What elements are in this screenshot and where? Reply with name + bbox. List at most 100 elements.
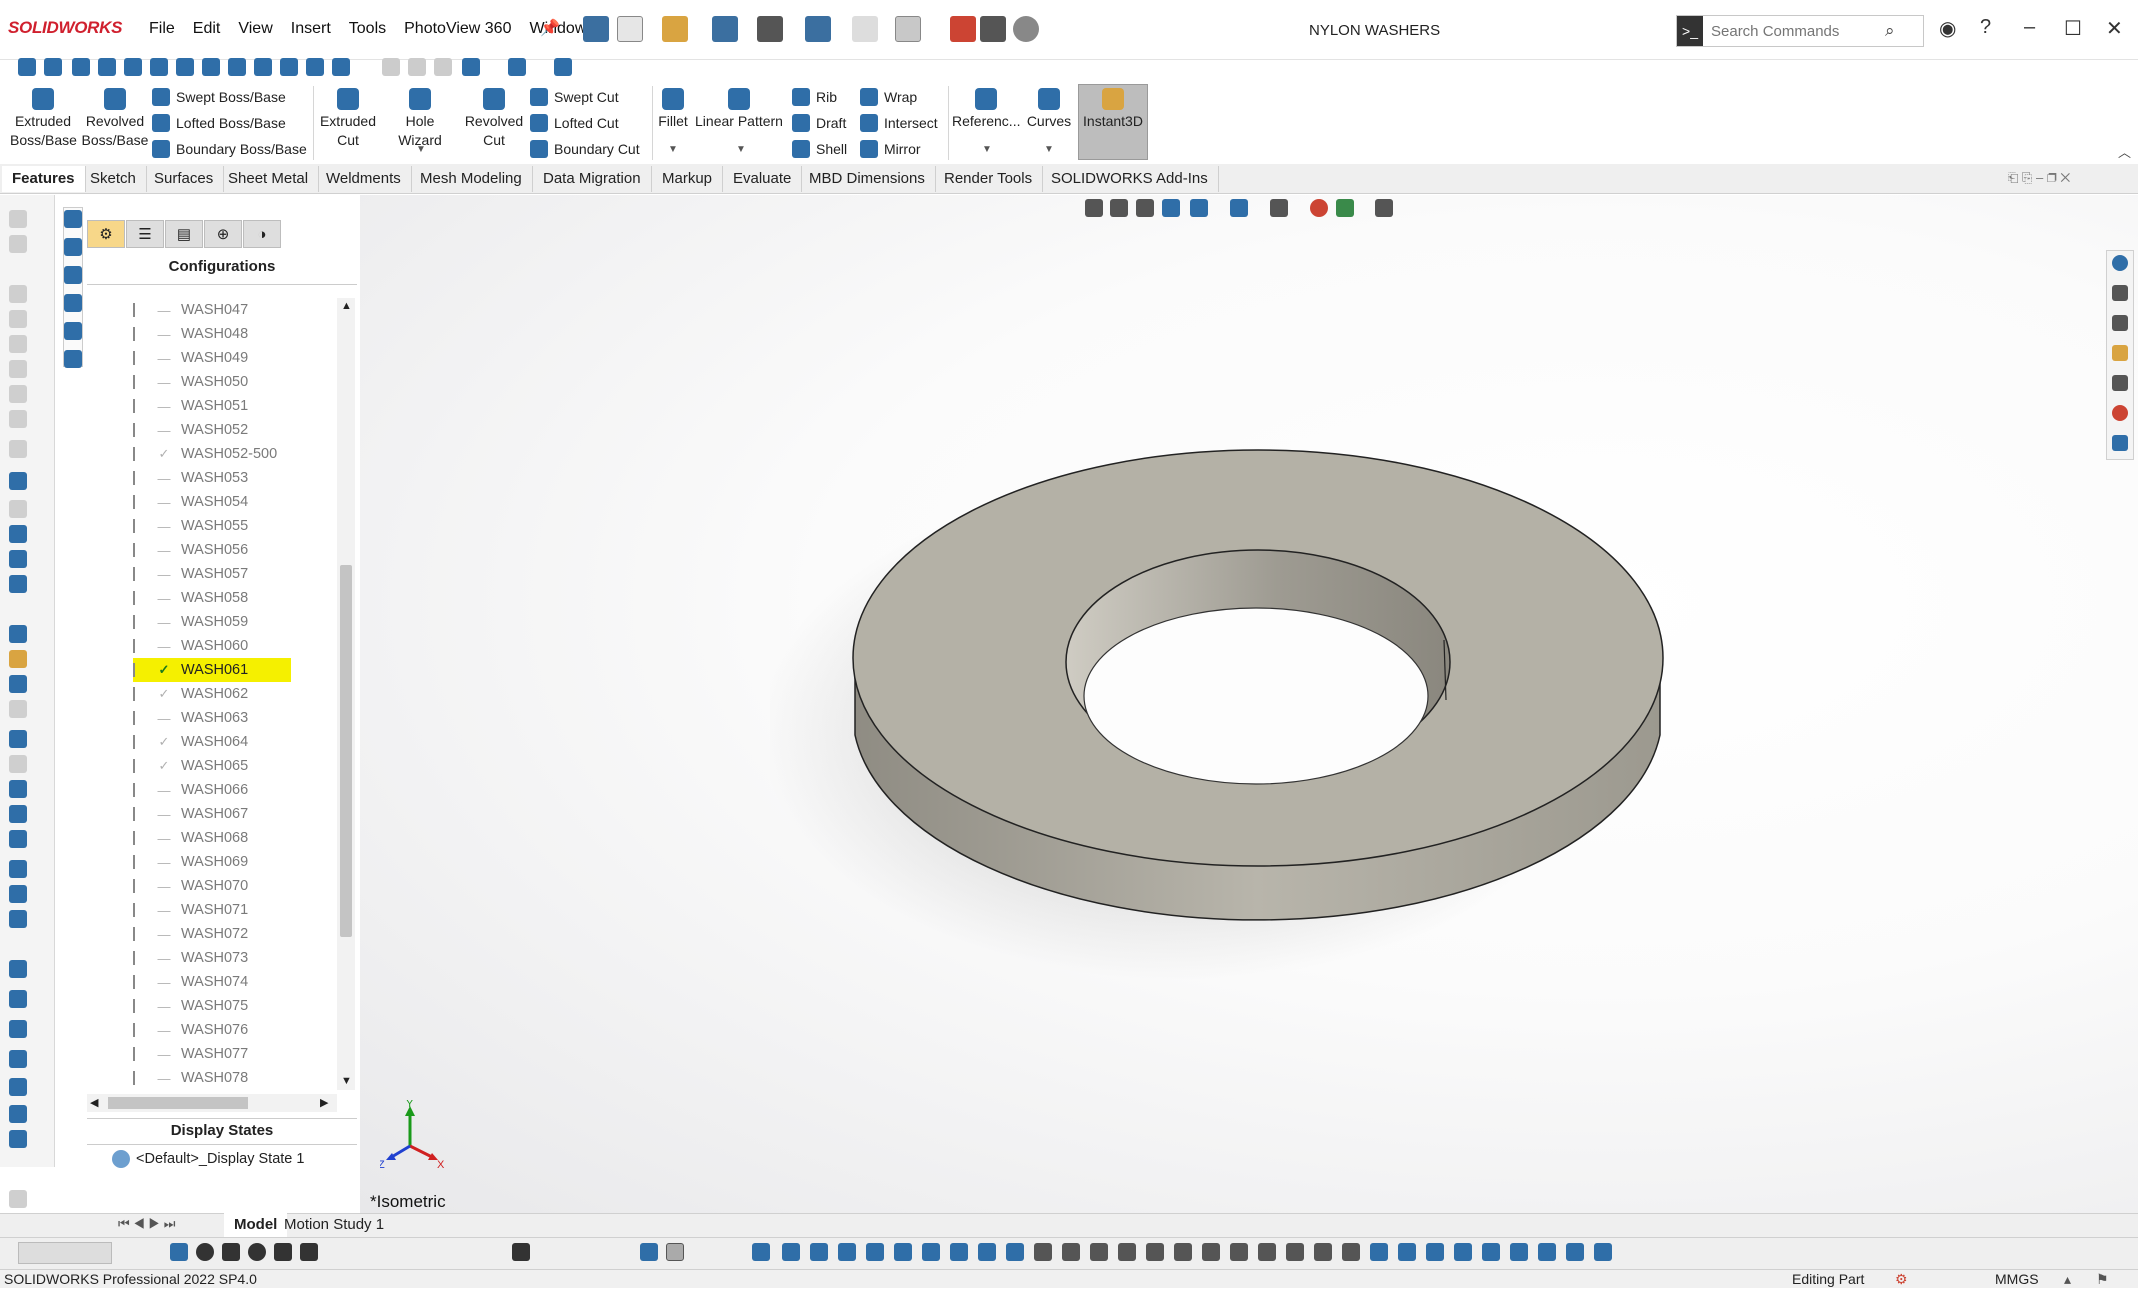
dimxpert-tab-icon[interactable]: ⊕ bbox=[204, 220, 242, 248]
undo-icon[interactable] bbox=[805, 16, 831, 42]
instant3d-button[interactable]: Instant3D bbox=[1080, 88, 1146, 131]
assembly-strip-icon-2[interactable] bbox=[9, 675, 27, 693]
rib-mini-icon[interactable] bbox=[228, 58, 246, 76]
assembly-strip-icon-8[interactable] bbox=[9, 830, 27, 848]
status-tools-icon[interactable]: ⚑ bbox=[2096, 1270, 2109, 1289]
extruded-cut-button[interactable]: Extruded Cut bbox=[316, 88, 380, 150]
assembly-strip-icon-10[interactable] bbox=[9, 885, 27, 903]
snap-icon-30[interactable] bbox=[1566, 1243, 1584, 1261]
file-explorer-icon[interactable] bbox=[2112, 345, 2128, 361]
wrap-button[interactable]: Wrap bbox=[860, 88, 917, 106]
snap-icon-28[interactable] bbox=[1510, 1243, 1528, 1261]
solidworks-resources-icon[interactable] bbox=[2112, 255, 2128, 271]
snap-icon-17[interactable] bbox=[1202, 1243, 1220, 1261]
snap-icon-18[interactable] bbox=[1230, 1243, 1248, 1261]
config-item[interactable]: — WASH048 bbox=[133, 322, 338, 346]
tab-sheet-metal[interactable]: Sheet Metal bbox=[218, 166, 320, 192]
lofted-cut-button[interactable]: Lofted Cut bbox=[530, 114, 619, 132]
assembly-strip-icon-15[interactable] bbox=[9, 1050, 27, 1068]
intersect-button[interactable]: Intersect bbox=[860, 114, 938, 132]
hole-wizard-button[interactable]: Hole Wizard bbox=[382, 88, 458, 150]
config-item[interactable]: — WASH050 bbox=[133, 370, 338, 394]
assembly-strip-icon-3[interactable] bbox=[9, 700, 27, 718]
trim-icon[interactable] bbox=[274, 1243, 292, 1261]
config-item[interactable]: — WASH078 bbox=[133, 1066, 338, 1090]
config-item[interactable]: — WASH075 bbox=[133, 994, 338, 1018]
boundary-cut-button[interactable]: Boundary Cut bbox=[530, 140, 640, 158]
menu-edit[interactable]: Edit bbox=[184, 20, 230, 38]
snap-icon-10[interactable] bbox=[1006, 1243, 1024, 1261]
snap-icon-23[interactable] bbox=[1370, 1243, 1388, 1261]
snap-icon-26[interactable] bbox=[1454, 1243, 1472, 1261]
assembly-strip-icon-13[interactable] bbox=[9, 990, 27, 1008]
scroll-up-icon[interactable]: ▲ bbox=[341, 300, 352, 312]
tab-data-migration[interactable]: Data Migration bbox=[533, 166, 652, 192]
feature-strip-icon-10[interactable] bbox=[9, 525, 27, 543]
snap-icon-11[interactable] bbox=[1034, 1243, 1052, 1261]
assembly-strip-icon-16[interactable] bbox=[9, 1078, 27, 1096]
snap-icon-16[interactable] bbox=[1174, 1243, 1192, 1261]
minimize-icon[interactable]: – bbox=[2024, 16, 2035, 39]
config-item[interactable]: — WASH066 bbox=[133, 778, 338, 802]
pointer-select-icon[interactable] bbox=[666, 1243, 684, 1261]
tab-mbd-dimensions[interactable]: MBD Dimensions bbox=[799, 166, 936, 192]
helix-mini-icon[interactable] bbox=[554, 58, 572, 76]
snap-icon-5[interactable] bbox=[866, 1243, 884, 1261]
snap-icon-29[interactable] bbox=[1538, 1243, 1556, 1261]
tab-sketch[interactable]: Sketch bbox=[80, 166, 147, 192]
config-item[interactable]: — WASH071 bbox=[133, 898, 338, 922]
units-dropdown-icon[interactable]: ▴ bbox=[2064, 1270, 2071, 1289]
reference-mini-icon[interactable] bbox=[462, 58, 480, 76]
assembly-strip-icon-6[interactable] bbox=[9, 780, 27, 798]
snap-icon-2[interactable] bbox=[782, 1243, 800, 1261]
snap-icon-1[interactable] bbox=[752, 1243, 770, 1261]
save-icon[interactable] bbox=[712, 16, 738, 42]
menu-file[interactable]: File bbox=[140, 20, 184, 38]
tree-vertical-scroll-thumb[interactable] bbox=[340, 565, 352, 937]
design-library-icon[interactable] bbox=[2112, 315, 2128, 331]
curves-button[interactable]: Curves bbox=[1024, 88, 1074, 131]
tab-mesh-modeling[interactable]: Mesh Modeling bbox=[410, 166, 533, 192]
config-item[interactable]: ✓ WASH065 bbox=[133, 754, 338, 778]
config-item[interactable]: — WASH077 bbox=[133, 1042, 338, 1066]
config-item[interactable]: — WASH070 bbox=[133, 874, 338, 898]
assembly-strip-icon-5[interactable] bbox=[9, 755, 27, 773]
previous-view-icon[interactable] bbox=[1136, 199, 1154, 217]
panel-strip-icon-5[interactable] bbox=[64, 322, 82, 340]
feature-strip-icon-12[interactable] bbox=[9, 575, 27, 593]
assembly-strip-icon-12[interactable] bbox=[9, 960, 27, 978]
angle-icon[interactable] bbox=[300, 1243, 318, 1261]
extruded-boss-button[interactable]: Extruded Boss/Base bbox=[10, 88, 77, 150]
config-item[interactable]: — WASH053 bbox=[133, 466, 338, 490]
config-item[interactable]: — WASH047 bbox=[133, 298, 338, 322]
view-orientation-icon[interactable] bbox=[1190, 199, 1208, 217]
draft-button[interactable]: Draft bbox=[792, 114, 846, 132]
curves-dropdown-icon[interactable]: ▼ bbox=[1044, 144, 1054, 155]
select-icon[interactable] bbox=[895, 16, 921, 42]
scroll-down-icon[interactable]: ▼ bbox=[341, 1075, 352, 1087]
tab-solidworks-addins[interactable]: SOLIDWORKS Add-Ins bbox=[1041, 166, 1219, 192]
config-item[interactable]: — WASH059 bbox=[133, 610, 338, 634]
hole-wizard-dropdown-icon[interactable]: ▼ bbox=[416, 144, 426, 155]
config-item[interactable]: — WASH076 bbox=[133, 1018, 338, 1042]
snap-icon-8[interactable] bbox=[950, 1243, 968, 1261]
shell-button[interactable]: Shell bbox=[792, 140, 847, 158]
redo-icon[interactable] bbox=[852, 16, 878, 42]
swept-boss-button[interactable]: Swept Boss/Base bbox=[152, 88, 286, 106]
mirror-mini-icon[interactable] bbox=[306, 58, 324, 76]
units-text[interactable]: MMGS bbox=[1995, 1270, 2039, 1289]
file-properties-icon[interactable] bbox=[980, 16, 1006, 42]
new-document-icon[interactable] bbox=[617, 16, 643, 42]
linear-pattern-button[interactable]: Linear Pattern bbox=[694, 88, 784, 131]
display-manager-tab-icon[interactable]: ◑ bbox=[243, 220, 281, 248]
snap-icon-12[interactable] bbox=[1062, 1243, 1080, 1261]
boundary-mini-icon[interactable] bbox=[150, 58, 168, 76]
reference-dropdown-icon[interactable]: ▼ bbox=[982, 144, 992, 155]
linear-pattern-dropdown-icon[interactable]: ▼ bbox=[736, 144, 746, 155]
circle-icon[interactable] bbox=[196, 1243, 214, 1261]
zoom-to-fit-icon[interactable] bbox=[1085, 199, 1103, 217]
search-icon[interactable]: ⌕ bbox=[1885, 21, 1895, 41]
snap-icon-3[interactable] bbox=[810, 1243, 828, 1261]
config-item[interactable]: — WASH052 bbox=[133, 418, 338, 442]
disabled-mini-icon-2[interactable] bbox=[408, 58, 426, 76]
